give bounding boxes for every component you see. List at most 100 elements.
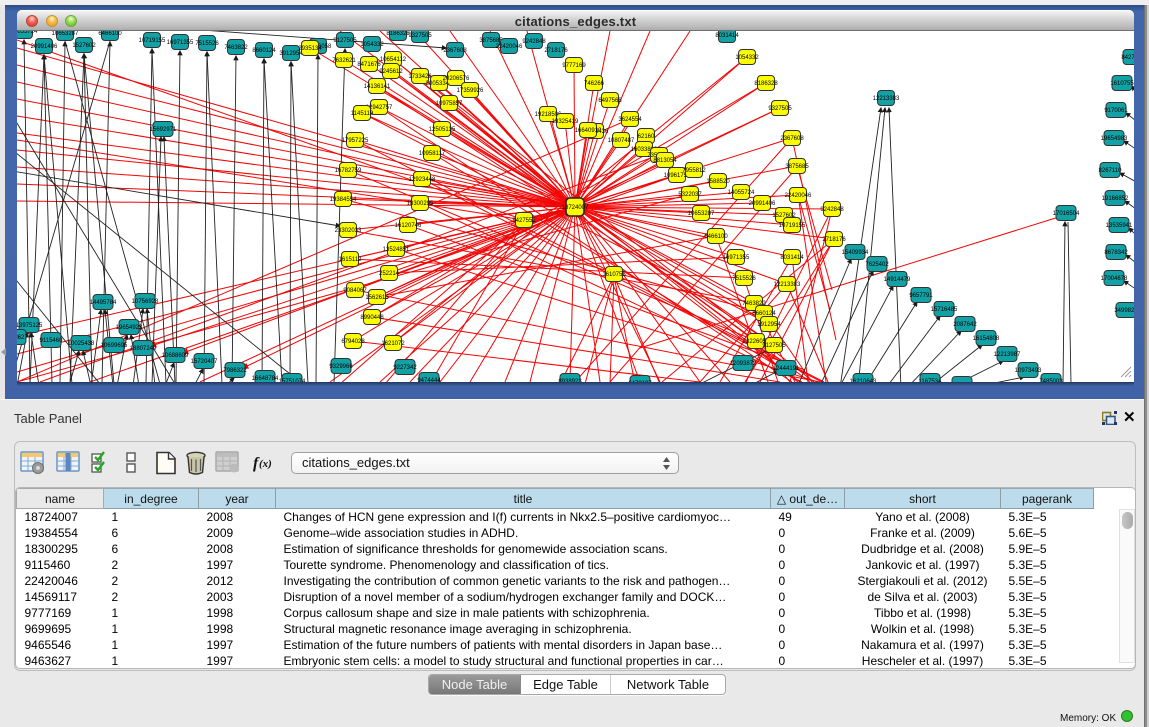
- svg-text:12213383: 12213383: [873, 96, 900, 102]
- svg-text:18300295: 18300295: [407, 201, 434, 207]
- svg-text:3624554: 3624554: [618, 117, 642, 123]
- svg-text:17359926: 17359926: [457, 88, 484, 94]
- svg-text:9777169: 9777169: [562, 63, 586, 69]
- svg-text:2718176: 2718176: [822, 237, 846, 243]
- svg-text:2087642: 2087642: [953, 322, 977, 328]
- svg-text:7986322: 7986322: [223, 368, 247, 374]
- svg-text:8660124: 8660124: [252, 48, 276, 54]
- svg-text:10975857: 10975857: [436, 101, 463, 107]
- svg-text:746266: 746266: [584, 81, 605, 87]
- svg-text:15716485: 15716485: [931, 307, 958, 313]
- svg-text:8267110: 8267110: [1099, 168, 1123, 174]
- svg-text:15409934: 15409934: [842, 250, 869, 256]
- svg-text:14914479: 14914479: [884, 277, 911, 283]
- svg-text:7632621: 7632621: [332, 58, 356, 64]
- svg-text:1054332: 1054332: [360, 42, 384, 48]
- svg-text:7625402: 7625402: [865, 262, 889, 268]
- svg-text:15720407: 15720407: [191, 359, 218, 365]
- svg-text:1621072: 1621072: [381, 341, 405, 347]
- svg-text:9245612: 9245612: [379, 69, 403, 75]
- svg-text:10699695: 10699695: [101, 343, 128, 349]
- svg-text:16782759: 16782759: [335, 168, 362, 174]
- svg-text:19654983: 19654983: [1101, 136, 1128, 142]
- svg-text:12213987: 12213987: [994, 352, 1021, 358]
- svg-text:14055724: 14055724: [17, 31, 38, 35]
- svg-text:10654112: 10654112: [380, 57, 407, 63]
- svg-text:22420046: 22420046: [496, 44, 523, 50]
- svg-text:16971355: 16971355: [723, 255, 750, 261]
- svg-text:9170061: 9170061: [1104, 108, 1128, 114]
- svg-text:9227342: 9227342: [393, 365, 417, 371]
- svg-text:252214: 252214: [379, 271, 400, 277]
- svg-text:2367608: 2367608: [780, 136, 804, 142]
- svg-text:19384554: 19384554: [330, 197, 357, 203]
- svg-text:3875685: 3875685: [785, 164, 809, 170]
- svg-text:7515526: 7515526: [195, 41, 219, 47]
- svg-text:10653287: 10653287: [52, 31, 79, 37]
- svg-text:16640910: 16640910: [575, 128, 602, 134]
- svg-text:62160: 62160: [638, 134, 655, 140]
- svg-text:14136141: 14136141: [364, 84, 391, 90]
- svg-text:1054332: 1054332: [735, 55, 759, 61]
- svg-text:10653287: 10653287: [688, 211, 715, 217]
- svg-text:8186328: 8186328: [754, 81, 778, 87]
- svg-text:8031414: 8031414: [715, 33, 739, 39]
- svg-text:12505135: 12505135: [429, 127, 456, 133]
- svg-text:12093872: 12093872: [730, 361, 757, 367]
- svg-text:9657791: 9657791: [909, 293, 933, 299]
- svg-text:10756928: 10756928: [132, 299, 159, 305]
- svg-text:5322037: 5322037: [678, 192, 702, 198]
- svg-text:7955812: 7955812: [682, 168, 706, 174]
- svg-text:1588520: 1588520: [706, 179, 730, 185]
- svg-text:7463822: 7463822: [224, 45, 248, 51]
- svg-text:17004678: 17004678: [1101, 276, 1128, 282]
- svg-text:2367608: 2367608: [443, 48, 467, 54]
- svg-text:16120746: 16120746: [395, 223, 422, 229]
- svg-text:(x): (x): [259, 458, 272, 470]
- svg-text:10973493: 10973493: [1015, 368, 1042, 374]
- svg-text:1562615: 1562615: [365, 295, 389, 301]
- svg-text:1615112: 1615112: [339, 257, 363, 263]
- svg-text:1610755: 1610755: [602, 272, 626, 278]
- svg-text:9327505: 9327505: [768, 106, 792, 112]
- svg-text:6466100: 6466100: [704, 234, 728, 240]
- svg-text:9084067: 9084067: [343, 288, 367, 294]
- svg-text:12213383: 12213383: [774, 282, 801, 288]
- svg-text:8427552: 8427552: [1121, 55, 1134, 61]
- svg-text:1610755: 1610755: [1110, 81, 1134, 87]
- svg-text:17957225: 17957225: [342, 138, 369, 144]
- svg-text:19654923: 19654923: [116, 325, 143, 331]
- svg-text:8678342: 8678342: [1104, 250, 1128, 256]
- svg-text:8427552: 8427552: [512, 218, 536, 224]
- svg-text:9329966: 9329966: [329, 364, 353, 370]
- svg-text:10688609: 10688609: [162, 353, 189, 359]
- svg-text:2718176: 2718176: [544, 48, 568, 54]
- svg-text:1527602: 1527602: [72, 43, 96, 49]
- svg-text:16154808: 16154808: [973, 336, 1000, 342]
- svg-text:6794028: 6794028: [341, 339, 365, 345]
- svg-text:10719155: 10719155: [139, 38, 166, 44]
- svg-text:14495784: 14495784: [90, 300, 117, 306]
- svg-text:6497568: 6497568: [598, 98, 622, 104]
- svg-text:8186328: 8186328: [386, 31, 410, 37]
- svg-text:9115460: 9115460: [40, 338, 64, 344]
- svg-text:3912954: 3912954: [757, 322, 781, 328]
- svg-text:8990448: 8990448: [360, 315, 384, 321]
- svg-text:7515526: 7515526: [732, 276, 756, 282]
- svg-text:9127505: 9127505: [762, 343, 786, 349]
- svg-text:13535941: 13535941: [1106, 223, 1133, 229]
- svg-text:8471676: 8471676: [357, 62, 381, 68]
- svg-text:10719155: 10719155: [779, 223, 806, 229]
- svg-text:13975125: 13975125: [17, 323, 43, 329]
- svg-text:9242848: 9242848: [522, 39, 546, 45]
- svg-text:18724007: 18724007: [562, 205, 589, 211]
- svg-text:1145119: 1145119: [351, 111, 374, 117]
- svg-text:17016504: 17016504: [1053, 211, 1080, 217]
- svg-text:9242848: 9242848: [820, 207, 844, 213]
- svg-text:10807487: 10807487: [608, 138, 635, 144]
- svg-text:19166852: 19166852: [1102, 196, 1129, 202]
- svg-text:14055724: 14055724: [728, 190, 755, 196]
- svg-text:15692971: 15692971: [150, 127, 177, 133]
- svg-text:8813054: 8813054: [653, 158, 677, 164]
- svg-text:8031414: 8031414: [780, 255, 804, 261]
